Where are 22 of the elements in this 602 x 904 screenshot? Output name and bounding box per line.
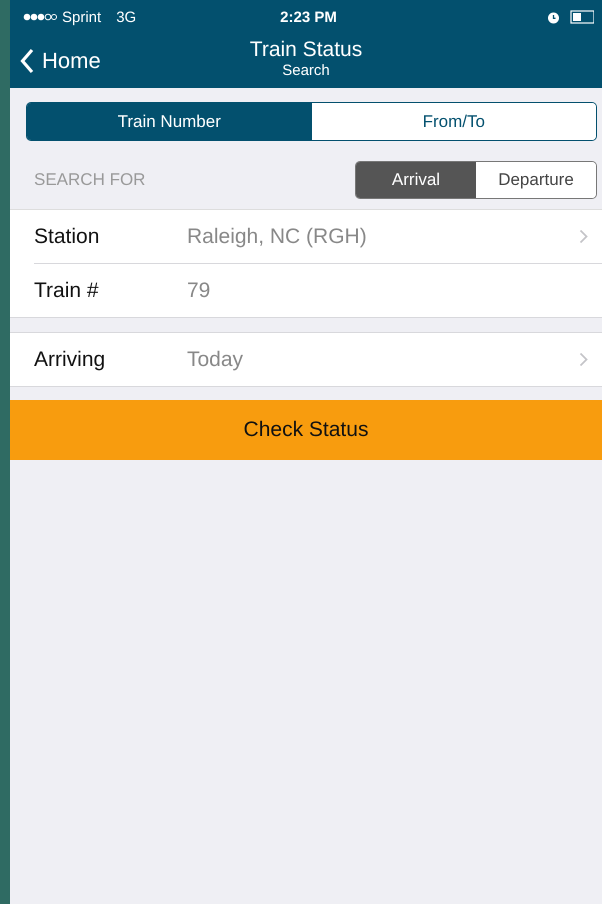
alarm-clock-icon [547,10,560,24]
section-label: SEARCH FOR [34,170,146,190]
row-label: Station [34,224,100,248]
back-chevron-icon [20,48,34,74]
network-type: 3G [116,8,136,26]
chevron-icon [579,352,588,367]
row-value: 79 [187,278,212,302]
row-label: Arriving [34,348,106,372]
check-status-button[interactable]: Check Status [10,400,602,460]
screen-subtitle: Search [282,62,330,79]
battery-icon [570,10,594,24]
clock-time: 2:23 PM [280,8,337,26]
screen-title: Train Status [250,38,362,62]
signal-icon [23,13,57,21]
row-value: Today [187,348,244,372]
row-value: Raleigh, NC (RGH) [187,224,368,248]
chevron-icon [579,229,588,244]
segment-tab[interactable]: Train Number [27,103,312,140]
row-label: Train # [34,278,100,302]
carrier-name: Sprint [62,8,102,26]
back-button[interactable]: Home [10,41,111,81]
segment-option[interactable]: Arrival [356,162,476,198]
